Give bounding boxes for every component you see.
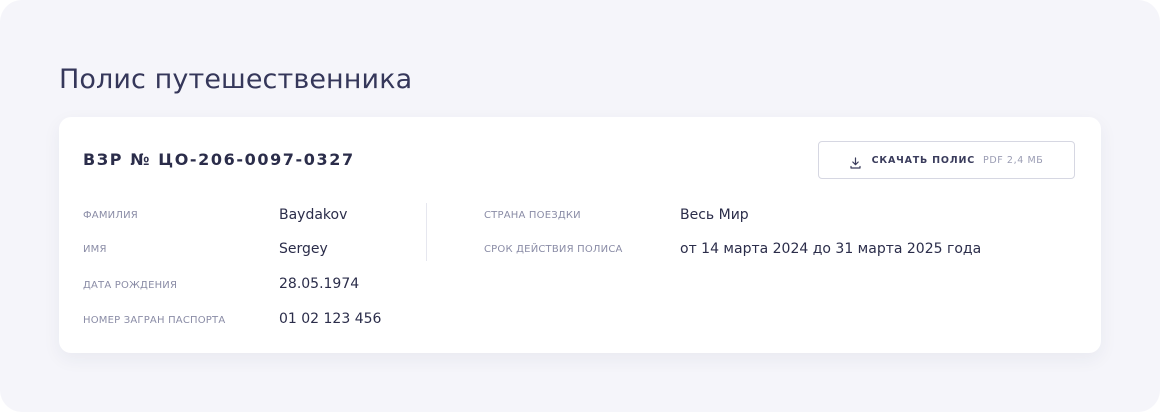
download-policy-button[interactable]: СКАЧАТЬ ПОЛИС PDF 2,4 МБ — [818, 141, 1075, 179]
surname-value: Baydakov — [279, 207, 348, 223]
policy-panel: Полис путешественника ВЗР № ЦО-206-0097-… — [0, 0, 1160, 412]
download-icon — [850, 154, 861, 169]
birthdate-label: ДАТА РОЖДЕНИЯ — [83, 280, 178, 291]
validity-value: от 14 марта 2024 до 31 марта 2025 года — [680, 241, 982, 257]
column-divider — [426, 203, 427, 261]
surname-label: ФАМИЛИЯ — [83, 210, 138, 221]
download-label: СКАЧАТЬ ПОЛИС — [871, 154, 975, 166]
trip-country-value: Весь Мир — [680, 207, 749, 223]
page-title: Полис путешественника — [59, 64, 413, 95]
download-file-info: PDF 2,4 МБ — [983, 154, 1044, 166]
name-value: Sergey — [279, 241, 328, 257]
trip-country-label: СТРАНА ПОЕЗДКИ — [484, 210, 581, 221]
birthdate-value: 28.05.1974 — [279, 276, 360, 292]
name-label: ИМЯ — [83, 244, 107, 255]
validity-label: СРОК ДЕЙСТВИЯ ПОЛИСА — [484, 244, 623, 255]
policy-card: ВЗР № ЦО-206-0097-0327 СКАЧАТЬ ПОЛИС PDF… — [59, 117, 1101, 353]
passport-value: 01 02 123 456 — [279, 311, 382, 327]
policy-number: ВЗР № ЦО-206-0097-0327 — [83, 150, 355, 169]
passport-label: НОМЕР ЗАГРАН ПАСПОРТА — [83, 315, 226, 326]
